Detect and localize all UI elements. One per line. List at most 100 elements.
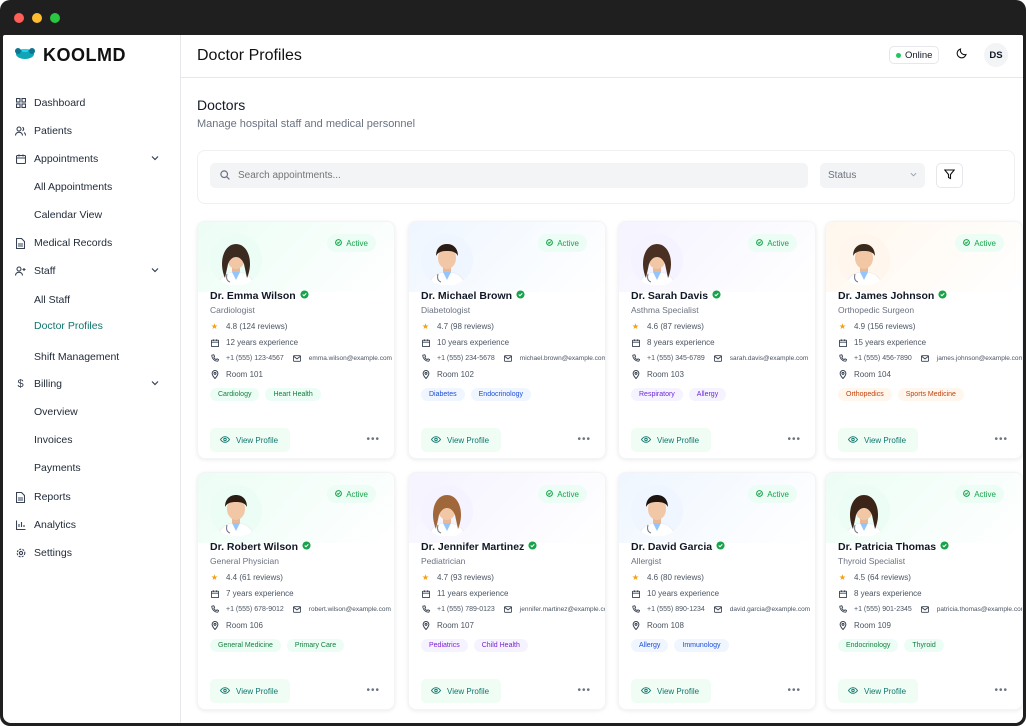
status-badge: Active bbox=[538, 485, 587, 503]
sidebar-item-all-appointments[interactable]: All Appointments bbox=[34, 181, 112, 193]
search-box bbox=[210, 163, 808, 188]
more-options-button[interactable]: ••• bbox=[366, 685, 380, 696]
grid-icon bbox=[15, 98, 26, 109]
filter-icon bbox=[943, 167, 956, 185]
room-text: Room 107 bbox=[437, 621, 474, 630]
ellipsis-icon: ••• bbox=[994, 685, 1008, 696]
sidebar-item-calendar-view[interactable]: Calendar View bbox=[34, 209, 102, 221]
rating-text: 4.6 (80 reviews) bbox=[647, 573, 704, 582]
sidebar-item-invoices[interactable]: Invoices bbox=[34, 434, 73, 446]
experience-text: 12 years experience bbox=[226, 338, 299, 347]
sidebar-item-patients[interactable]: Patients bbox=[15, 125, 159, 137]
check-circle-icon bbox=[335, 238, 343, 248]
sidebar-item-overview[interactable]: Overview bbox=[34, 406, 78, 418]
phone-text: +1 (555) 678-9012 bbox=[226, 605, 284, 613]
sidebar-item-shift-management[interactable]: Shift Management bbox=[34, 351, 119, 363]
phone-icon bbox=[421, 354, 430, 362]
more-options-button[interactable]: ••• bbox=[577, 685, 591, 696]
doctor-name: Dr. David Garcia bbox=[631, 541, 725, 553]
doctor-photo bbox=[421, 485, 473, 537]
view-profile-label: View Profile bbox=[447, 686, 490, 696]
minimize-window-button[interactable] bbox=[32, 12, 42, 23]
doctor-card[interactable]: Active Dr. Jennifer Martinez Pediatrician ★… bbox=[408, 472, 606, 710]
view-profile-label: View Profile bbox=[864, 686, 907, 696]
star-icon: ★ bbox=[838, 322, 847, 331]
room-row: Room 102 bbox=[421, 370, 474, 379]
doctor-card[interactable]: Active Dr. Sarah Davis Asthma Specialist ★ 4… bbox=[618, 221, 816, 459]
sidebar-item-label: Medical Records bbox=[34, 237, 113, 249]
more-options-button[interactable]: ••• bbox=[366, 434, 380, 445]
sidebar-item-appointments[interactable]: Appointments bbox=[15, 153, 159, 165]
doctor-card[interactable]: Active Dr. Emma Wilson Cardiologist ★ 4.8 (1… bbox=[197, 221, 395, 459]
view-profile-button[interactable]: View Profile bbox=[210, 428, 290, 452]
rating-text: 4.9 (156 reviews) bbox=[854, 322, 916, 331]
room-row: Room 106 bbox=[210, 621, 263, 630]
status-text: Active bbox=[346, 238, 368, 248]
logo-icon bbox=[13, 45, 37, 66]
doctor-card[interactable]: Active Dr. Robert Wilson General Physician… bbox=[197, 472, 395, 710]
room-text: Room 106 bbox=[226, 621, 263, 630]
rating-row: ★ 4.8 (124 reviews) bbox=[210, 322, 287, 331]
specialty-tag: Child Health bbox=[473, 639, 528, 652]
brand-name: KOOLMD bbox=[43, 44, 126, 65]
sidebar-item-doctor-profiles[interactable]: Doctor Profiles bbox=[34, 320, 103, 332]
doctor-specialty: Thyroid Specialist bbox=[838, 556, 906, 566]
experience-row: 11 years experience bbox=[421, 589, 508, 598]
view-profile-button[interactable]: View Profile bbox=[838, 428, 918, 452]
brand[interactable]: KOOLMD bbox=[3, 35, 126, 75]
status-badge: Active bbox=[955, 234, 1004, 252]
email-text: michael.brown@example.com bbox=[519, 354, 606, 362]
moon-icon bbox=[956, 46, 968, 64]
star-icon: ★ bbox=[210, 573, 219, 582]
doctor-name-text: Dr. Sarah Davis bbox=[631, 290, 709, 302]
more-options-button[interactable]: ••• bbox=[994, 685, 1008, 696]
user-avatar[interactable]: DS bbox=[984, 43, 1008, 67]
more-options-button[interactable]: ••• bbox=[577, 434, 591, 445]
view-profile-button[interactable]: View Profile bbox=[421, 679, 501, 703]
more-options-button[interactable]: ••• bbox=[994, 434, 1008, 445]
view-profile-button[interactable]: View Profile bbox=[421, 428, 501, 452]
sidebar-item-billing[interactable]: $ Billing bbox=[15, 378, 159, 390]
room-row: Room 103 bbox=[631, 370, 684, 379]
doctor-card[interactable]: Active Dr. David Garcia Allergist ★ 4.6 (80 … bbox=[618, 472, 816, 710]
filter-button[interactable] bbox=[936, 163, 963, 188]
doctor-name: Dr. Michael Brown bbox=[421, 290, 525, 302]
window-frame: KOOLMD Dashboard Patients Appointments A… bbox=[0, 0, 1026, 726]
rating-row: ★ 4.6 (87 reviews) bbox=[631, 322, 704, 331]
sidebar-item-staff[interactable]: Staff bbox=[15, 265, 159, 277]
doctor-card[interactable]: Active Dr. Michael Brown Diabetologist ★ 4.7… bbox=[408, 221, 606, 459]
eye-icon bbox=[640, 435, 652, 445]
doctor-name: Dr. Emma Wilson bbox=[210, 290, 309, 302]
mail-icon bbox=[921, 354, 930, 362]
more-options-button[interactable]: ••• bbox=[787, 434, 801, 445]
more-options-button[interactable]: ••• bbox=[787, 685, 801, 696]
view-profile-button[interactable]: View Profile bbox=[210, 679, 290, 703]
sidebar-item-reports[interactable]: Reports bbox=[15, 491, 159, 503]
mail-icon bbox=[504, 605, 513, 613]
view-profile-button[interactable]: View Profile bbox=[631, 428, 711, 452]
mail-icon bbox=[504, 354, 513, 362]
view-profile-button[interactable]: View Profile bbox=[838, 679, 918, 703]
eye-icon bbox=[219, 686, 231, 696]
doctor-card[interactable]: Active Dr. James Johnson Orthopedic Surgeo… bbox=[825, 221, 1023, 459]
sidebar-item-medical-records[interactable]: Medical Records bbox=[15, 237, 159, 249]
view-profile-label: View Profile bbox=[657, 686, 700, 696]
view-profile-label: View Profile bbox=[447, 435, 490, 445]
sidebar-item-all-staff[interactable]: All Staff bbox=[34, 294, 70, 306]
doctor-card[interactable]: Active Dr. Patricia Thomas Thyroid Special… bbox=[825, 472, 1023, 710]
phone-text: +1 (555) 123-4567 bbox=[226, 354, 284, 362]
sidebar-item-payments[interactable]: Payments bbox=[34, 462, 81, 474]
theme-toggle-button[interactable] bbox=[952, 45, 972, 65]
view-profile-button[interactable]: View Profile bbox=[631, 679, 711, 703]
sidebar-item-settings[interactable]: Settings bbox=[15, 547, 159, 559]
close-window-button[interactable] bbox=[14, 12, 24, 23]
chevron-down-icon bbox=[151, 378, 159, 390]
sidebar-item-analytics[interactable]: Analytics bbox=[15, 519, 159, 531]
status-select[interactable]: Status bbox=[820, 163, 925, 188]
room-row: Room 108 bbox=[631, 621, 684, 630]
search-input[interactable] bbox=[238, 170, 738, 181]
maximize-window-button[interactable] bbox=[50, 12, 60, 23]
sidebar-item-dashboard[interactable]: Dashboard bbox=[15, 97, 159, 109]
specialty-tag: Endocrinology bbox=[470, 388, 532, 401]
eye-icon bbox=[847, 435, 859, 445]
